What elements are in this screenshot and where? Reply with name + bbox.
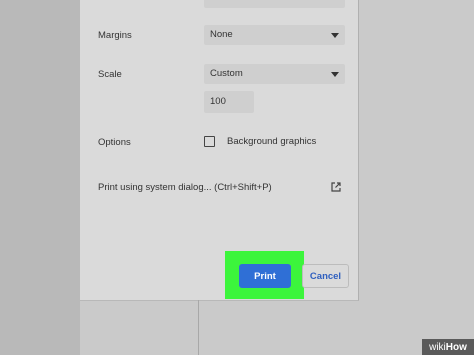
options-label: Options [98,137,131,148]
cancel-button[interactable]: Cancel [302,264,349,288]
chevron-down-icon [331,72,339,77]
print-settings-panel [80,0,359,301]
print-button[interactable]: Print [239,264,291,288]
open-external-icon[interactable] [331,182,341,192]
margins-label: Margins [98,30,132,41]
scale-value: Custom [210,68,243,79]
watermark-prefix: wiki [429,341,446,353]
page-preview-area [0,0,80,355]
cut-off-setting-field[interactable] [204,0,345,8]
background-graphics-label[interactable]: Background graphics [227,136,316,147]
system-dialog-link[interactable]: Print using system dialog... (Ctrl+Shift… [98,182,272,193]
margins-select[interactable]: None [204,25,345,45]
watermark-suffix: How [445,341,467,353]
scale-select[interactable]: Custom [204,64,345,84]
scale-custom-input[interactable]: 100 [204,91,254,113]
background-graphics-checkbox[interactable] [204,136,215,147]
chevron-down-icon [331,33,339,38]
margins-value: None [210,29,233,40]
divider [198,300,199,355]
scale-label: Scale [98,69,122,80]
wikihow-watermark: wiki How [422,339,474,355]
scale-custom-value: 100 [210,96,226,107]
